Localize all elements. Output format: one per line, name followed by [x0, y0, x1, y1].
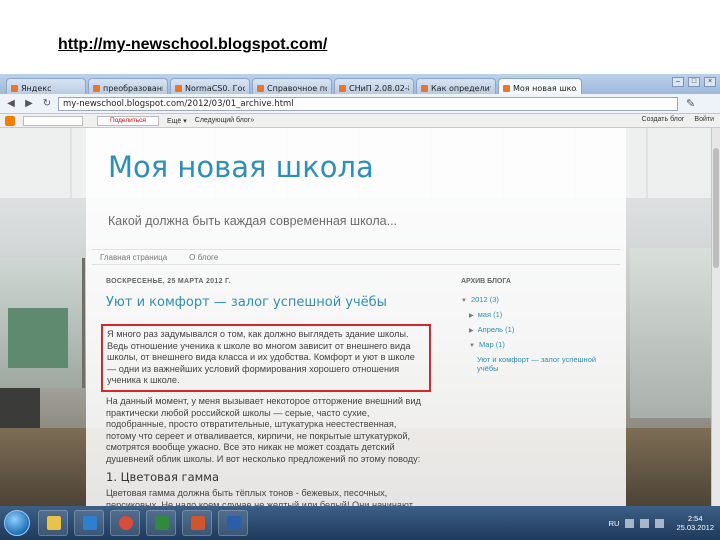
- clock-date: 25.03.2012: [676, 523, 714, 532]
- triangle-right-icon: ▶: [469, 313, 474, 319]
- close-button[interactable]: ×: [704, 77, 716, 87]
- window-controls: – □ ×: [672, 77, 716, 87]
- taskbar-chrome-icon[interactable]: [110, 510, 140, 536]
- clock[interactable]: 2:54 25.03.2012: [676, 514, 714, 532]
- system-tray: RU 2:54 25.03.2012: [609, 506, 720, 540]
- post-body: Я много раз задумывался о том, как должн…: [101, 324, 431, 527]
- back-icon[interactable]: ◀: [4, 97, 18, 111]
- start-button[interactable]: [4, 510, 30, 536]
- maximize-button[interactable]: □: [688, 77, 700, 87]
- more-menu[interactable]: Ещё ▾: [167, 117, 187, 125]
- tab-strip: Яндекс преобразование бе NormaCS0. Гост …: [0, 74, 720, 94]
- wrench-icon[interactable]: ✎: [686, 97, 695, 110]
- archive-month[interactable]: ▼ Мар (1): [461, 340, 611, 349]
- blog-archive: АРХИВ БЛОГА ▼ 2012 (3) ▶ мая (1) ▶ Апрель (…: [461, 278, 611, 379]
- network-icon[interactable]: [625, 518, 635, 528]
- blog-content: Моя новая школа Какой должна быть каждая…: [86, 128, 626, 521]
- volume-icon[interactable]: [640, 518, 650, 528]
- tab-home[interactable]: Главная страница: [100, 253, 167, 262]
- favicon-icon: [257, 84, 264, 92]
- login-link[interactable]: Войти: [694, 116, 714, 123]
- favicon-icon: [11, 84, 18, 92]
- archive-month[interactable]: ▶ мая (1): [461, 310, 611, 319]
- tab-about[interactable]: О блоге: [189, 253, 218, 262]
- create-blog-link[interactable]: Создать блог: [642, 116, 685, 123]
- blogger-logo-icon[interactable]: [5, 115, 15, 126]
- right-window: [630, 248, 720, 418]
- share-button[interactable]: Поделиться: [97, 115, 159, 126]
- favicon-icon: [93, 84, 100, 92]
- taskbar-excel-icon[interactable]: [146, 510, 176, 536]
- taskbar-word-icon[interactable]: [218, 510, 248, 536]
- browser-tab[interactable]: Справочное посо: [252, 78, 332, 94]
- triangle-right-icon: ▶: [469, 328, 474, 334]
- language-indicator[interactable]: RU: [609, 519, 620, 528]
- browser-tab[interactable]: преобразование бе: [88, 78, 168, 94]
- post-subheading: 1. Цветовая гамма: [106, 469, 220, 484]
- address-bar[interactable]: my-newschool.blogspot.com/2012/03/01_arc…: [58, 96, 678, 111]
- browser-tab[interactable]: NormaCS0. Гост: [170, 78, 250, 94]
- blog-pages-bar: Главная страница О блоге: [92, 249, 620, 265]
- taskbar-explorer-icon[interactable]: [38, 510, 68, 536]
- archive-year[interactable]: ▼ 2012 (3): [461, 295, 611, 304]
- next-blog-link[interactable]: Следующий блог»: [195, 117, 254, 124]
- reload-icon[interactable]: ↻: [40, 97, 54, 111]
- favicon-icon: [421, 84, 428, 92]
- taskbar-media-player-icon[interactable]: [74, 510, 104, 536]
- browser-toolbar: ◀ ▶ ↻ my-newschool.blogspot.com/2012/03/…: [0, 94, 720, 114]
- notice-board: [8, 308, 68, 368]
- highlighted-paragraph: Я много раз задумывался о том, как должн…: [101, 324, 431, 392]
- browser-window: Яндекс преобразование бе NormaCS0. Гост …: [0, 74, 720, 540]
- browser-tab[interactable]: СНиП 2.08.02-89 по: [334, 78, 414, 94]
- post-paragraph: На данный момент, у меня вызывает некото…: [106, 395, 421, 464]
- minimize-button[interactable]: –: [672, 77, 684, 87]
- archive-heading: АРХИВ БЛОГА: [461, 278, 511, 285]
- archive-post-link[interactable]: Уют и комфорт — залог успешной учёбы: [461, 355, 611, 373]
- post-title[interactable]: Уют и комфорт — залог успешной учёбы: [106, 295, 387, 310]
- favicon-icon: [503, 84, 510, 92]
- blogger-navbar: Поделиться Ещё ▾ Следующий блог» Создать…: [0, 114, 720, 128]
- blog-description: Какой должна быть каждая современная шко…: [108, 214, 398, 228]
- scrollbar-thumb[interactable]: [713, 148, 719, 268]
- favicon-icon: [175, 84, 182, 92]
- blog-title[interactable]: Моя новая школа: [108, 150, 374, 184]
- favicon-icon: [339, 84, 346, 92]
- browser-tab-active[interactable]: Моя новая школа: [498, 78, 582, 94]
- clock-time: 2:54: [687, 514, 703, 523]
- flag-icon[interactable]: [655, 518, 665, 528]
- windows-taskbar: RU 2:54 25.03.2012: [0, 506, 720, 540]
- taskbar-powerpoint-icon[interactable]: [182, 510, 212, 536]
- page-scrollbar[interactable]: [711, 128, 720, 506]
- slide-caption[interactable]: http://my-newschool.blogspot.com/: [58, 36, 327, 54]
- post-date: ВОСКРЕСЕНЬЕ, 25 МАРТА 2012 Г.: [106, 278, 231, 285]
- archive-month[interactable]: ▶ Апрель (1): [461, 325, 611, 334]
- triangle-down-icon: ▼: [469, 343, 475, 349]
- browser-tab[interactable]: Как определить ти: [416, 78, 496, 94]
- forward-icon[interactable]: ▶: [22, 97, 36, 111]
- navbar-search-input[interactable]: [23, 115, 83, 126]
- triangle-down-icon: ▼: [461, 298, 467, 304]
- browser-tab[interactable]: Яндекс: [6, 78, 86, 94]
